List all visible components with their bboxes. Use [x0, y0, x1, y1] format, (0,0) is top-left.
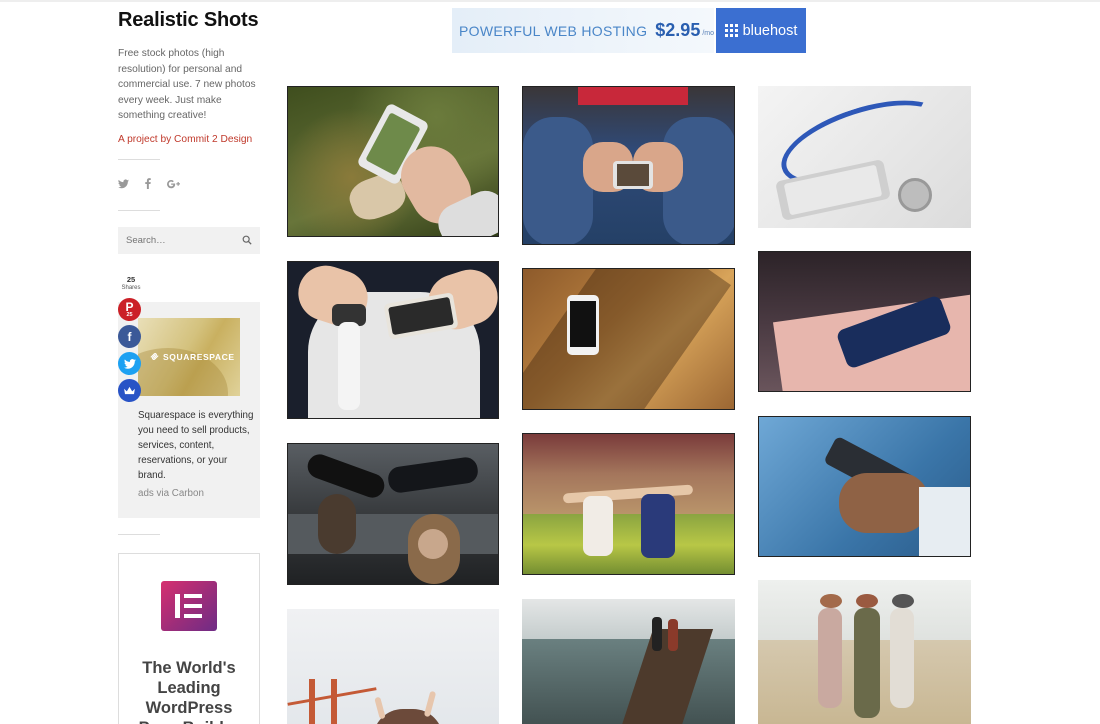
- elementor-logo-icon: [161, 581, 217, 631]
- bluehost-brand: bluehost: [742, 22, 798, 39]
- gallery-photo[interactable]: [758, 416, 971, 557]
- carbon-ad-via[interactable]: ads via Carbon: [138, 488, 204, 499]
- twitter-share-button[interactable]: [118, 352, 141, 375]
- facebook-icon: f: [127, 329, 132, 344]
- carbon-ad-brand: SQUARESPACE: [163, 351, 235, 362]
- elementor-ad[interactable]: The World's Leading WordPress Page Build…: [118, 553, 260, 724]
- gallery-photo[interactable]: [287, 86, 499, 237]
- top-border: [0, 0, 1100, 2]
- hosting-banner-ad[interactable]: POWERFUL WEB HOSTING $2.95 /mo bluehost: [452, 8, 806, 53]
- banner-offer[interactable]: POWERFUL WEB HOSTING $2.95 /mo: [452, 8, 714, 53]
- share-count-number: 25: [126, 275, 136, 284]
- search-icon[interactable]: [242, 235, 252, 245]
- banner-headline: POWERFUL WEB HOSTING: [459, 22, 648, 39]
- pinterest-share-button[interactable]: P 25: [118, 298, 141, 321]
- carbon-ad-text[interactable]: Squarespace is everything you need to se…: [138, 408, 256, 483]
- social-links: [118, 174, 260, 196]
- site-description: Free stock photos (high resolution) for …: [118, 48, 256, 121]
- squarespace-logo: SQUARESPACE: [149, 351, 235, 362]
- gallery-photo[interactable]: [287, 261, 499, 419]
- squarespace-icon: [150, 353, 159, 360]
- gallery-photo[interactable]: [758, 580, 971, 724]
- elementor-ad-text: The World's Leading WordPress Page Build…: [139, 659, 240, 724]
- pinterest-count: 25: [126, 311, 133, 318]
- sumo-icon: [124, 386, 135, 395]
- bluehost-grid-icon: [724, 24, 738, 37]
- search-box: [118, 226, 260, 254]
- gallery-photo[interactable]: [758, 86, 971, 228]
- banner-per: /mo: [702, 30, 714, 37]
- site-title[interactable]: Realistic Shots: [118, 8, 260, 32]
- project-link[interactable]: A project by Commit 2 Design: [118, 134, 260, 145]
- bluehost-button[interactable]: bluehost: [716, 8, 806, 53]
- twitter-icon: [123, 358, 136, 369]
- share-count: 25 Shares: [118, 276, 144, 292]
- search-input[interactable]: [126, 234, 231, 246]
- twitter-icon[interactable]: [118, 178, 129, 192]
- gallery-photo[interactable]: [522, 433, 735, 575]
- google-plus-icon[interactable]: [167, 178, 180, 192]
- sumo-share-button[interactable]: [118, 379, 141, 402]
- facebook-icon[interactable]: [145, 177, 151, 192]
- divider: [118, 158, 160, 160]
- share-count-label: Shares: [121, 285, 141, 291]
- facebook-share-button[interactable]: f: [118, 325, 141, 348]
- sidebar: Realistic Shots Free stock photos (high …: [118, 8, 260, 254]
- gallery-photo[interactable]: [522, 86, 735, 245]
- carbon-ad-image[interactable]: SQUARESPACE: [138, 318, 240, 396]
- pinterest-icon: P: [125, 299, 134, 314]
- gallery-photo[interactable]: [287, 443, 499, 585]
- gallery-photo[interactable]: [522, 599, 735, 724]
- gallery-photo[interactable]: [522, 268, 735, 410]
- divider: [118, 209, 160, 211]
- share-bar: 25 Shares P 25 f: [118, 276, 144, 402]
- banner-price: $2.95: [655, 20, 701, 40]
- gallery-photo[interactable]: [287, 609, 499, 724]
- divider: [118, 534, 160, 535]
- gallery-photo[interactable]: [758, 251, 971, 392]
